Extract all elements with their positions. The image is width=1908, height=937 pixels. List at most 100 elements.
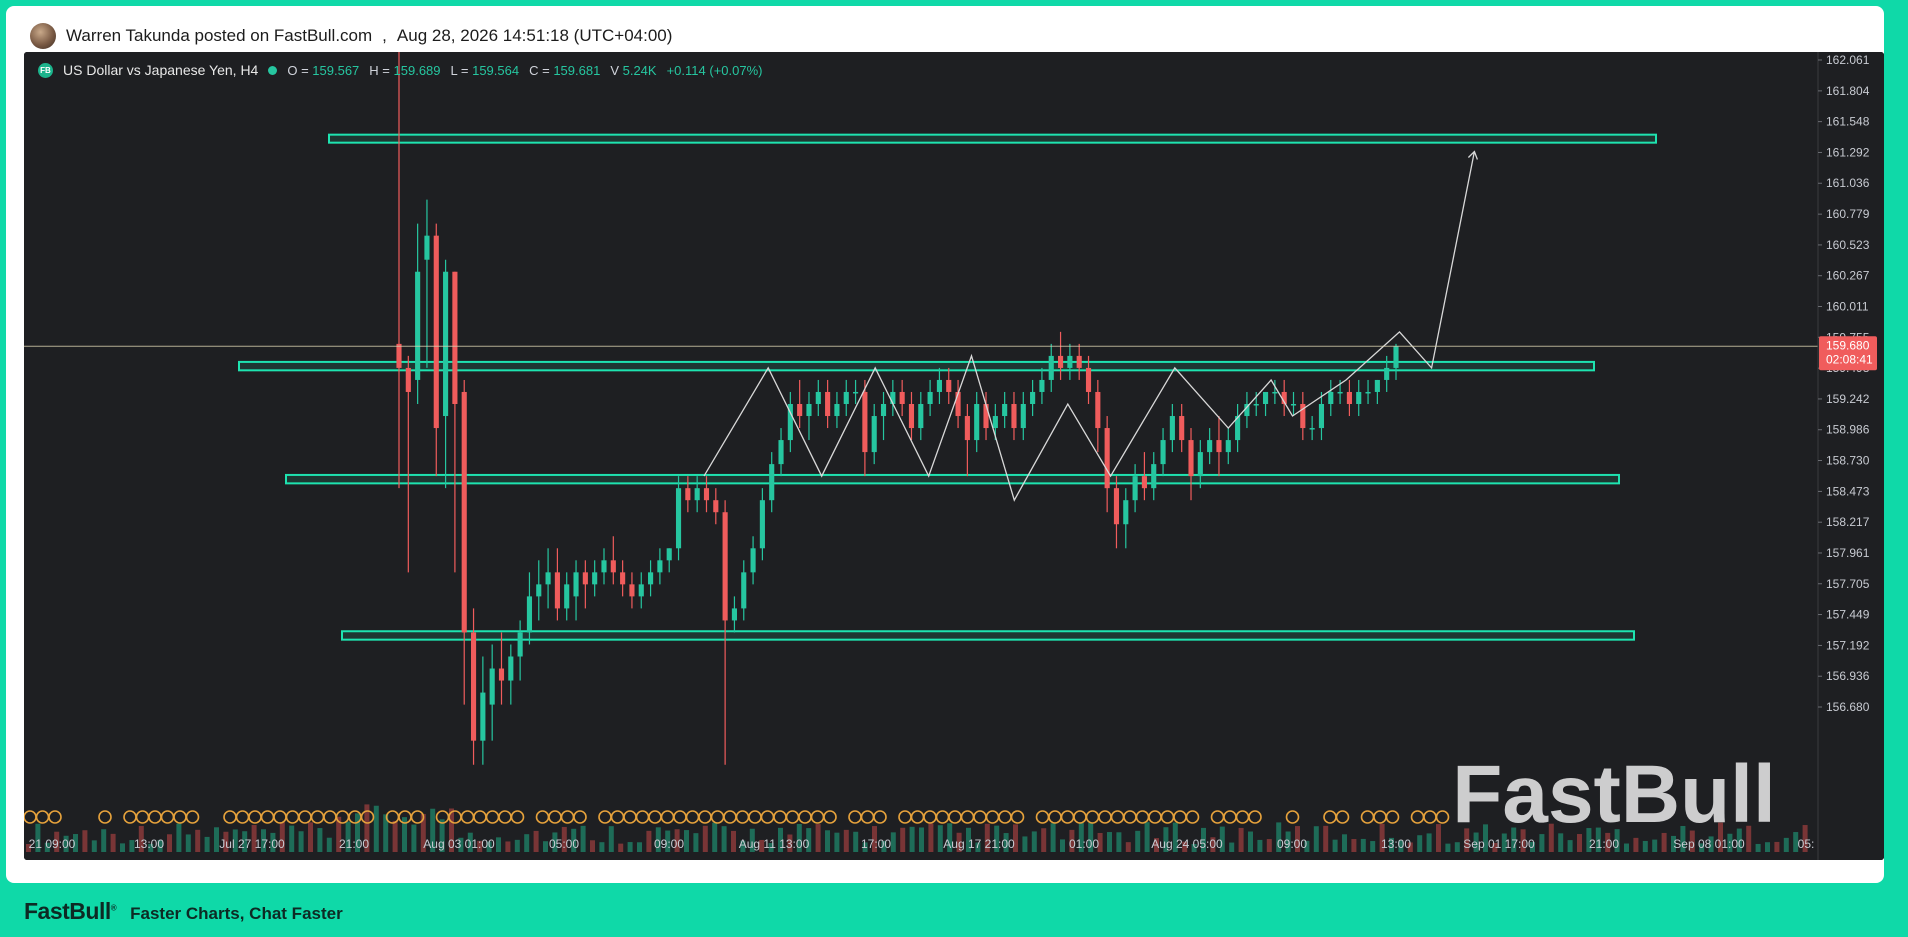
footer-brand-logo[interactable]: FastBull® [24,898,117,925]
volume-bar [204,836,210,852]
candle-body [1039,379,1045,392]
candle-body [825,391,831,417]
volume-bar [1548,823,1554,852]
symbol-title[interactable]: US Dollar vs Japanese Yen, H4 [63,62,258,78]
candle-body [1151,464,1157,489]
candle-body [648,572,654,585]
volume-bar [1633,837,1639,852]
candle-body [675,488,682,549]
volume-bar [392,820,398,852]
candle-body [862,391,868,453]
candle-body [601,560,607,573]
volume-bar [543,841,548,852]
volume-bar [1765,842,1770,852]
candle-body [489,668,495,705]
volume-bar [1577,834,1582,852]
zone-support-mid [285,473,1620,485]
volume-bar [1107,832,1112,852]
zone-resistance-mid [238,360,1595,372]
price-chart[interactable]: FastBull 162.061 161.804 161.548 161.292 161.… [24,52,1884,860]
close-label: C = [529,62,550,78]
volume-bar [298,831,304,852]
candle-body [1160,440,1166,465]
x-tick-label: Sep 01 17:00 [1463,837,1535,851]
candle-body [1011,404,1017,429]
x-tick-label: Aug 03 01:00 [423,837,495,851]
low-label: L = [450,62,469,78]
candle-body [899,391,905,405]
candle-body [843,391,849,405]
candle-body [694,488,700,501]
candle-body [1290,404,1297,406]
volume-bar [1238,827,1244,852]
candle-body [955,391,961,417]
x-tick-label: 21:00 [1589,837,1619,851]
chart-background [24,52,1884,860]
footer-tagline: Faster Charts, Chat Faster [130,904,343,923]
open-label: O = [287,62,309,78]
candle-body [713,500,719,513]
x-tick-label: 13:00 [1381,837,1411,851]
volume-bar [1332,839,1338,852]
zone-support-low [341,630,1635,641]
candle-body [1384,367,1390,380]
volume-bar [712,822,718,852]
volume-bar [101,829,107,852]
candle-body [834,404,840,417]
candle-body [610,560,616,573]
volume-bar [1229,842,1235,852]
candle-body [433,235,439,429]
candle-body [983,404,989,429]
candle-body [769,464,775,501]
candle-body [405,367,411,392]
candle-body [554,572,560,609]
author-line[interactable]: Warren Takunda posted on FastBull.com [66,26,372,46]
candle-body [461,391,467,633]
candle-body [853,391,859,394]
volume-bar [825,830,830,852]
y-tick-label: 161.804 [1826,84,1870,98]
candle-body [992,416,998,429]
x-tick-label: Jul 27 17:00 [219,837,285,851]
volume-bar [646,830,652,852]
candle-body [880,404,887,417]
candle-body [1104,428,1110,489]
candle-body [964,416,970,441]
volume-bar [843,829,849,852]
post-card: Warren Takunda posted on FastBull.com , … [6,6,1884,883]
candle-body [1188,440,1194,477]
candle-body [871,416,877,453]
chart-legend: FB US Dollar vs Japanese Yen, H4 O = 159… [38,62,762,78]
current-price-label: 159.680 [1826,338,1870,352]
author-avatar[interactable] [30,23,56,49]
y-tick-label: 156.936 [1826,669,1870,683]
candle-body [470,632,477,741]
low-value: 159.564 [472,62,520,78]
volume-bar [1313,826,1319,852]
candle-body [750,548,756,573]
candle-body [657,560,663,573]
candle-body [1225,440,1231,453]
candle-body [1076,355,1082,368]
candle-body [1067,355,1073,368]
volume-bar [1558,833,1564,852]
fastbull-badge-icon: FB [38,62,53,78]
volume-bar [928,823,934,852]
volume-bar [919,827,924,852]
candle-body [1309,428,1315,430]
volume-bar [195,829,201,852]
volume-bar [176,823,182,852]
volume-bar [1567,840,1573,852]
candle-body [908,404,915,429]
x-tick-label: 05:00 [549,837,579,851]
candle-body [927,391,933,405]
volume-bar [590,840,595,852]
chart-panel[interactable]: FastBull 162.061 161.804 161.548 161.292 161.… [24,52,1884,860]
volume-bar [505,841,511,852]
x-tick-label: 01:00 [1069,837,1099,851]
volume-bar [937,825,943,852]
candle-body [1374,379,1380,392]
candle-body [685,488,691,501]
candle-body [424,235,430,260]
x-tick-label: 17:00 [861,837,891,851]
